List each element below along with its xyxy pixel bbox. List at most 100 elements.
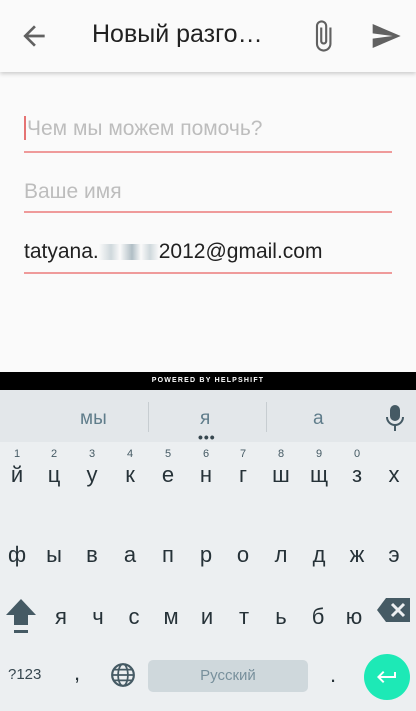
key-number-hint: 5 xyxy=(164,448,172,460)
key-row3-6[interactable]: ь xyxy=(262,590,300,640)
key-row2-8[interactable]: д xyxy=(300,528,338,578)
key-row1-1[interactable]: 2ц xyxy=(35,448,73,498)
email-suffix: 2012@gmail.com xyxy=(158,240,323,263)
key-number-hint: 3 xyxy=(88,448,96,460)
key-row2-7[interactable]: л xyxy=(262,528,300,578)
key-row2-4[interactable]: п xyxy=(149,528,187,578)
key-row3-5[interactable]: т xyxy=(225,590,263,640)
key-label: л xyxy=(274,542,288,567)
key-label: г xyxy=(238,462,248,487)
key-label: ц xyxy=(47,462,61,487)
suggestion-divider xyxy=(266,402,267,432)
period-key[interactable]: . xyxy=(330,662,336,688)
keyboard: мы я ••• а 1й2ц3у4к5е6н7г8ш9щ0зхфывапрол… xyxy=(0,390,416,711)
key-number-hint: 8 xyxy=(277,448,285,460)
text-cursor xyxy=(24,116,26,140)
key-row3-3[interactable]: м xyxy=(152,590,190,640)
shift-icon[interactable] xyxy=(4,595,38,635)
key-row2-9[interactable]: ж xyxy=(338,528,376,578)
key-label: а xyxy=(123,542,137,567)
message-placeholder: Чем мы можем помочь? xyxy=(27,117,263,140)
key-row1-8[interactable]: 9щ xyxy=(300,448,338,498)
arrow-back-icon[interactable] xyxy=(18,20,50,52)
key-number-hint: 7 xyxy=(239,448,247,460)
key-row2-1[interactable]: ы xyxy=(35,528,73,578)
symbols-key[interactable]: ?123 xyxy=(8,666,41,683)
key-label: з xyxy=(351,462,363,487)
message-field[interactable]: Чем мы можем помочь? xyxy=(24,116,392,153)
key-row1-6[interactable]: 7г xyxy=(224,448,262,498)
send-icon[interactable] xyxy=(368,20,404,52)
key-label: р xyxy=(199,542,213,567)
key-row1-4[interactable]: 5е xyxy=(149,448,187,498)
key-row1-0[interactable]: 1й xyxy=(0,448,36,498)
backspace-icon[interactable] xyxy=(376,597,412,623)
key-label: е xyxy=(161,462,175,487)
key-row1-3[interactable]: 4к xyxy=(111,448,149,498)
key-row2-10[interactable]: э xyxy=(375,528,413,578)
key-label: у xyxy=(86,462,98,487)
key-label: б xyxy=(311,604,325,629)
microphone-icon[interactable] xyxy=(385,404,405,432)
key-label: н xyxy=(199,462,213,487)
key-row3-1[interactable]: ч xyxy=(79,590,117,640)
space-bar[interactable]: Русский xyxy=(148,660,308,692)
key-number-hint: 6 xyxy=(202,448,210,460)
paperclip-icon[interactable] xyxy=(306,16,340,56)
email-prefix: tatyana. xyxy=(24,240,99,263)
email-underline xyxy=(24,272,392,274)
key-row2-5[interactable]: р xyxy=(187,528,225,578)
key-label: в xyxy=(86,542,98,567)
key-label: д xyxy=(312,542,326,567)
globe-icon[interactable] xyxy=(110,662,136,688)
key-row1-9[interactable]: 0з xyxy=(338,448,376,498)
key-number-hint: 9 xyxy=(315,448,323,460)
key-row3-2[interactable]: с xyxy=(115,590,153,640)
key-label: м xyxy=(163,604,179,629)
key-label: к xyxy=(125,462,135,487)
key-row1-2[interactable]: 3у xyxy=(73,448,111,498)
suggestion-1[interactable]: мы xyxy=(80,408,107,430)
key-row2-3[interactable]: а xyxy=(111,528,149,578)
suggestion-strip: мы я ••• а xyxy=(0,390,416,444)
key-label: х xyxy=(388,462,400,487)
more-suggestions-icon[interactable]: ••• xyxy=(198,430,216,444)
key-label: й xyxy=(10,462,24,487)
key-row3-0[interactable]: я xyxy=(42,590,80,640)
key-number-hint: 4 xyxy=(126,448,134,460)
key-label: я xyxy=(55,604,67,629)
name-field[interactable]: Ваше имя xyxy=(24,180,392,213)
key-label: э xyxy=(388,542,400,567)
key-number-hint: 1 xyxy=(13,448,21,460)
key-number-hint: 0 xyxy=(353,448,361,460)
key-label: ч xyxy=(92,604,104,629)
redacted-text xyxy=(98,244,159,260)
key-label: с xyxy=(128,604,140,629)
key-label: ь xyxy=(275,604,287,629)
comma-key[interactable]: , xyxy=(74,660,80,686)
key-row1-5[interactable]: 6н xyxy=(187,448,225,498)
key-row2-6[interactable]: о xyxy=(224,528,262,578)
conversation-title: Новый разго… xyxy=(92,20,263,48)
suggestion-2[interactable]: я xyxy=(200,408,210,430)
powered-by-banner: POWERED BY HELPSHIFT xyxy=(0,372,416,390)
key-label: ы xyxy=(46,542,62,567)
key-row3-8[interactable]: ю xyxy=(335,590,373,640)
key-row2-0[interactable]: ф xyxy=(0,528,36,578)
enter-key[interactable] xyxy=(364,654,410,700)
key-row3-4[interactable]: и xyxy=(188,590,226,640)
key-row1-10[interactable]: х xyxy=(375,448,413,498)
enter-icon xyxy=(377,671,396,683)
key-label: о xyxy=(236,542,250,567)
key-label: ю xyxy=(345,604,363,629)
email-field[interactable]: tatyana. 2012@gmail.com xyxy=(24,240,392,274)
key-number-hint: 2 xyxy=(50,448,58,460)
suggestion-divider xyxy=(148,402,149,432)
key-label: щ xyxy=(309,462,329,487)
name-placeholder: Ваше имя xyxy=(24,180,122,203)
key-row2-2[interactable]: в xyxy=(73,528,111,578)
key-row3-7[interactable]: б xyxy=(299,590,337,640)
suggestion-3[interactable]: а xyxy=(313,408,324,430)
key-row1-7[interactable]: 8ш xyxy=(262,448,300,498)
key-label: ж xyxy=(349,542,365,567)
